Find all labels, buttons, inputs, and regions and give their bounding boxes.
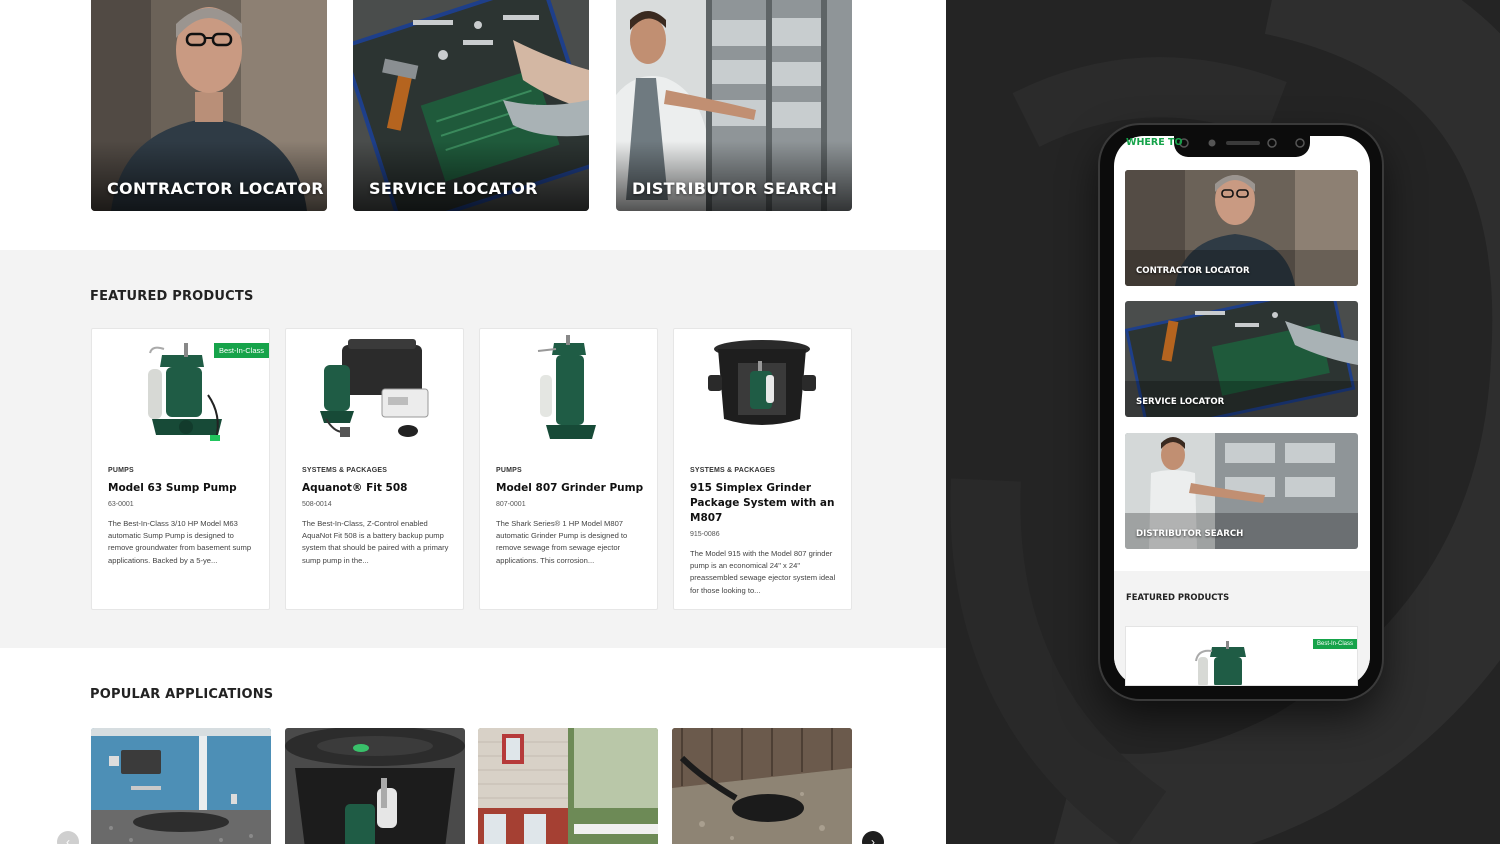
popular-applications-title: POPULAR APPLICATIONS bbox=[90, 687, 274, 702]
mobile-best-in-class-badge: Best-In-Class bbox=[1312, 639, 1357, 649]
product-description: The Best-In-Class 3/10 HP Model M63 auto… bbox=[108, 519, 252, 565]
application-card-house[interactable] bbox=[478, 728, 658, 844]
product-description: The Model 915 with the Model 807 grinder… bbox=[690, 549, 836, 595]
product-sku: 807-0001 bbox=[496, 501, 526, 508]
service-locator-card[interactable]: SERVICE LOCATOR bbox=[353, 0, 589, 211]
mobile-distributor-search-card[interactable]: DISTRIBUTOR SEARCH bbox=[1125, 433, 1358, 549]
application-card-sump-basin[interactable] bbox=[285, 728, 465, 844]
product-name[interactable]: Model 807 Grinder Pump bbox=[496, 481, 646, 496]
distributor-search-card[interactable]: DISTRIBUTOR SEARCH bbox=[616, 0, 852, 211]
mobile-sump-pump-image bbox=[1195, 641, 1246, 685]
phone-notch bbox=[1174, 131, 1310, 157]
chevron-right-icon: › bbox=[871, 835, 875, 844]
chevron-left-icon: ‹ bbox=[66, 835, 70, 844]
mobile-service-locator-card[interactable]: SERVICE LOCATOR bbox=[1125, 301, 1358, 417]
mobile-product-card[interactable]: Best-In-Class bbox=[1125, 626, 1358, 686]
application-card-basement[interactable] bbox=[91, 728, 271, 844]
service-locator-label: SERVICE LOCATOR bbox=[369, 179, 538, 198]
contractor-locator-card[interactable]: CONTRACTOR LOCATOR bbox=[91, 0, 327, 211]
battery-backup-image bbox=[320, 339, 429, 437]
sump-basin-application-image bbox=[285, 728, 465, 844]
best-in-class-badge: Best-In-Class bbox=[213, 343, 269, 358]
product-category: PUMPS bbox=[108, 467, 134, 474]
mobile-service-locator-label: SERVICE LOCATOR bbox=[1136, 397, 1225, 407]
carousel-next-button[interactable]: › bbox=[862, 831, 884, 844]
product-description: The Best-In-Class, Z-Control enabled Aqu… bbox=[302, 519, 449, 565]
grinder-package-image bbox=[708, 340, 816, 425]
product-card-model-807[interactable]: PUMPS Model 807 Grinder Pump 807-0001 Th… bbox=[479, 328, 658, 610]
distributor-search-label: DISTRIBUTOR SEARCH bbox=[632, 179, 838, 198]
mobile-contractor-locator-label: CONTRACTOR LOCATOR bbox=[1136, 266, 1250, 276]
product-card-aquanot-fit-508[interactable]: SYSTEMS & PACKAGES Aquanot® Fit 508 508-… bbox=[285, 328, 464, 610]
product-category: SYSTEMS & PACKAGES bbox=[690, 467, 776, 474]
product-name[interactable]: Aquanot® Fit 508 bbox=[302, 481, 452, 496]
product-sku: 915-0086 bbox=[690, 531, 720, 538]
mobile-contractor-locator-card[interactable]: CONTRACTOR LOCATOR bbox=[1125, 170, 1358, 286]
product-name[interactable]: Model 63 Sump Pump bbox=[108, 481, 258, 496]
mobile-section-heading: WHERE TO bbox=[1126, 137, 1183, 148]
contractor-locator-label: CONTRACTOR LOCATOR bbox=[107, 179, 324, 198]
product-sku: 63-0001 bbox=[108, 501, 134, 508]
product-card-915-simplex[interactable]: SYSTEMS & PACKAGES 915 Simplex Grinder P… bbox=[673, 328, 852, 610]
house-application-image bbox=[478, 728, 658, 844]
carousel-prev-button[interactable]: ‹ bbox=[57, 831, 79, 844]
application-card-ejector-pit[interactable] bbox=[672, 728, 852, 844]
product-category: SYSTEMS & PACKAGES bbox=[302, 467, 388, 474]
product-name[interactable]: 915 Simplex Grinder Package System with … bbox=[690, 481, 840, 526]
grinder-pump-image bbox=[537, 335, 596, 439]
ejector-pit-application-image bbox=[672, 728, 852, 844]
featured-products-title: FEATURED PRODUCTS bbox=[90, 289, 254, 304]
product-card-model-63[interactable]: Best-In-Class PUMPS Model 63 Sump Pump 6… bbox=[91, 328, 270, 610]
desktop-page: CONTRACTOR LOCATOR SERVICE LOCATOR DISTR… bbox=[0, 0, 946, 844]
product-category: PUMPS bbox=[496, 467, 522, 474]
mobile-distributor-search-label: DISTRIBUTOR SEARCH bbox=[1136, 529, 1244, 539]
product-description: The Shark Series® 1 HP Model M807 automa… bbox=[496, 519, 628, 565]
mobile-featured-products-title: FEATURED PRODUCTS bbox=[1126, 592, 1230, 602]
product-sku: 508-0014 bbox=[302, 501, 332, 508]
basement-application-image bbox=[91, 728, 271, 844]
